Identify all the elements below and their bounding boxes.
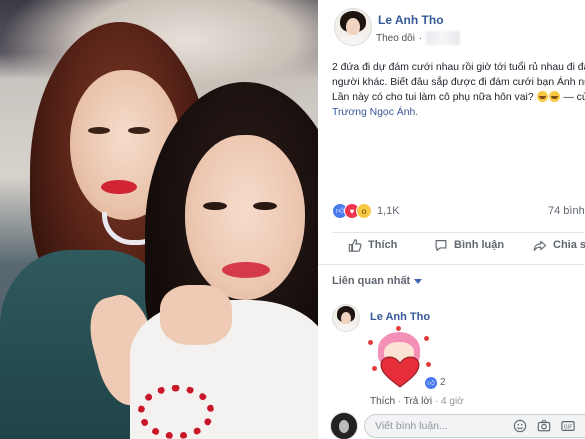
photo-eye [128,127,150,134]
post-text: 2 đứa đi dự đám cưới nhau rồi giờ tới tu… [332,60,585,120]
like-reaction-icon: 👍︎ [425,376,437,389]
reaction-count: 1,1K [377,205,400,217]
share-label: Chia sẻ [553,239,585,251]
commenter-name[interactable]: Le Anh Tho [370,311,430,323]
author-avatar[interactable] [334,8,372,46]
comment-like-count[interactable]: 👍︎ 2 [425,376,446,389]
grinning-emoji-icon [548,91,560,102]
post-text-with: — cùng với [563,92,585,103]
share-arrow-icon [533,240,547,251]
post-photo[interactable] [0,0,318,439]
camera-icon[interactable] [537,419,551,433]
caret-down-icon [414,278,423,284]
post-panel: Le Anh Tho Theo dõi · 2 đứa đi dự đám cư… [318,0,585,439]
comment-sort-dropdown[interactable]: Liên quan nhất [332,275,423,287]
comment-like-number: 2 [440,377,446,388]
tagged-person[interactable]: Trương Ngọc Ánh. [332,107,418,118]
divider [318,264,585,265]
share-button[interactable]: Chia sẻ [533,236,585,254]
gif-icon[interactable]: GIF [561,419,575,433]
photo-eye [88,127,110,134]
post-actions: Thích Bình luận Chia sẻ [318,236,585,256]
author-name[interactable]: Le Anh Tho [378,13,444,27]
reaction-summary[interactable]: 👍︎ ♥ o 1,1K [332,202,400,220]
blurred-timestamp [426,31,461,45]
grinning-emoji-icon [536,91,548,102]
emoji-icon[interactable] [513,419,527,433]
photo-bracelet [138,385,214,439]
svg-text:GIF: GIF [564,424,573,430]
sort-label: Liên quan nhất [332,275,411,287]
viewer-avatar [330,412,358,439]
divider [332,232,585,233]
like-button[interactable]: Thích [348,236,397,254]
commenter-avatar[interactable] [332,304,360,332]
comment-button[interactable]: Bình luận [434,236,504,254]
photo-hand [160,285,232,345]
comment-bubble-icon [435,239,447,251]
comment-input[interactable] [373,417,497,435]
follow-row: Theo dõi · [376,31,461,45]
photo-eye [253,202,277,210]
photo-lips [101,180,137,194]
photo-eye [203,202,227,210]
dot-separator: · [418,32,423,44]
like-label: Thích [368,239,398,251]
comment-count[interactable]: 74 bình luận [548,205,585,217]
thumbs-up-icon [348,238,362,252]
heart-sticker [366,324,434,392]
follow-button[interactable]: Theo dõi [376,33,415,44]
comment-composer[interactable]: GIF [364,414,585,438]
comment-label: Bình luận [454,239,505,251]
wow-reaction-icon: o [356,203,372,219]
photo-lips [222,262,270,278]
